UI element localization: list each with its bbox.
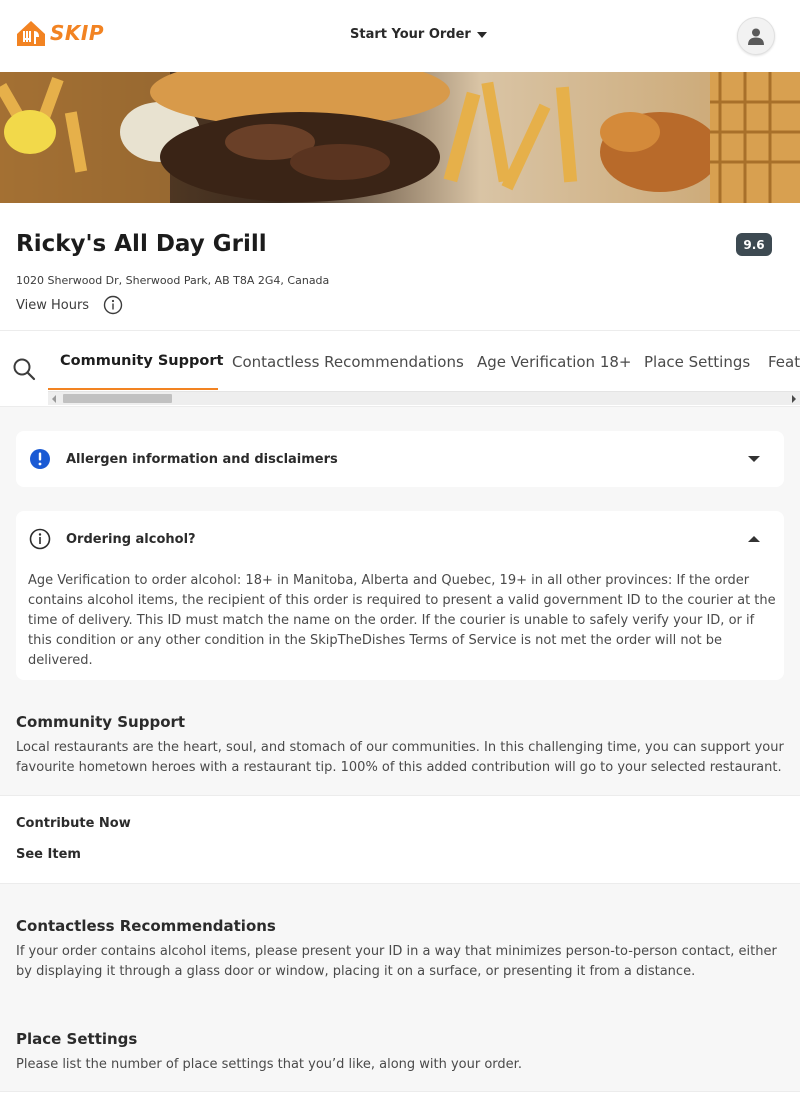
alert-icon bbox=[30, 449, 50, 469]
restaurant-address: 1020 Sherwood Dr, Sherwood Park, AB T8A … bbox=[16, 274, 330, 287]
contribute-item[interactable]: Contribute Now See Item bbox=[0, 795, 800, 884]
ordering-alcohol-body: Age Verification to order alcohol: 18+ i… bbox=[28, 573, 776, 668]
place-settings-description: Please list the number of place settings… bbox=[16, 1057, 522, 1072]
scroll-right-arrow-icon[interactable] bbox=[792, 395, 796, 403]
start-order-label: Start Your Order bbox=[350, 27, 471, 42]
scroll-left-arrow-icon[interactable] bbox=[52, 395, 56, 403]
info-icon bbox=[29, 528, 51, 550]
scrollbar-thumb[interactable] bbox=[63, 394, 172, 403]
place-settings-heading: Place Settings bbox=[16, 1030, 138, 1048]
contactless-description: If your order contains alcohol items, pl… bbox=[16, 944, 777, 979]
logo-text: SKIP bbox=[50, 21, 105, 45]
community-support-heading: Community Support bbox=[16, 713, 186, 731]
allergen-info-card: Allergen information and disclaimers bbox=[16, 431, 784, 487]
tabs-scrollbar[interactable] bbox=[48, 391, 800, 405]
allergen-info-toggle[interactable]: Allergen information and disclaimers bbox=[28, 447, 772, 471]
place-settings-item[interactable] bbox=[0, 1091, 800, 1105]
chevron-up-icon[interactable] bbox=[748, 536, 760, 542]
profile-button[interactable] bbox=[737, 17, 775, 55]
search-icon[interactable] bbox=[12, 357, 36, 381]
active-tab-indicator bbox=[48, 388, 218, 390]
restaurant-info: Ricky's All Day Grill 9.6 1020 Sherwood … bbox=[0, 203, 800, 331]
tab-place-settings[interactable]: Place Settings bbox=[644, 353, 750, 371]
chevron-down-icon[interactable] bbox=[748, 456, 760, 462]
skip-logo[interactable]: SKIP bbox=[14, 16, 104, 50]
ordering-alcohol-toggle[interactable]: Ordering alcohol? bbox=[28, 527, 772, 551]
ordering-alcohol-card: Ordering alcohol? Age Verification to or… bbox=[16, 511, 784, 680]
caret-down-icon bbox=[476, 31, 487, 38]
allergen-info-title: Allergen information and disclaimers bbox=[66, 451, 338, 467]
start-order-button[interactable]: Start Your Order bbox=[350, 27, 487, 42]
skip-logo-icon bbox=[17, 21, 45, 46]
rating-badge: 9.6 bbox=[736, 233, 772, 256]
restaurant-name: Ricky's All Day Grill bbox=[16, 231, 267, 257]
ordering-alcohol-title: Ordering alcohol? bbox=[66, 531, 196, 547]
tab-featured[interactable]: Featured bbox=[768, 353, 800, 371]
view-hours-label: View Hours bbox=[16, 297, 90, 313]
view-hours-link[interactable]: View Hours bbox=[16, 295, 123, 315]
contribute-now-item-name: Contribute Now bbox=[16, 816, 131, 831]
tab-age-verification[interactable]: Age Verification 18+ bbox=[477, 353, 631, 371]
tab-community-support[interactable]: Community Support bbox=[60, 353, 223, 369]
top-bar: SKIP Start Your Order bbox=[0, 0, 800, 72]
category-nav: Community Support Contactless Recommenda… bbox=[0, 331, 800, 407]
category-tabs: Community Support Contactless Recommenda… bbox=[48, 331, 800, 391]
see-item-link[interactable]: See Item bbox=[16, 847, 81, 862]
contactless-heading: Contactless Recommendations bbox=[16, 917, 276, 935]
tab-contactless-recommendations[interactable]: Contactless Recommendations bbox=[232, 353, 464, 371]
restaurant-hero-image bbox=[0, 72, 800, 203]
info-icon[interactable] bbox=[103, 295, 123, 315]
user-icon bbox=[748, 28, 764, 45]
community-support-description: Local restaurants are the heart, soul, a… bbox=[16, 740, 784, 775]
